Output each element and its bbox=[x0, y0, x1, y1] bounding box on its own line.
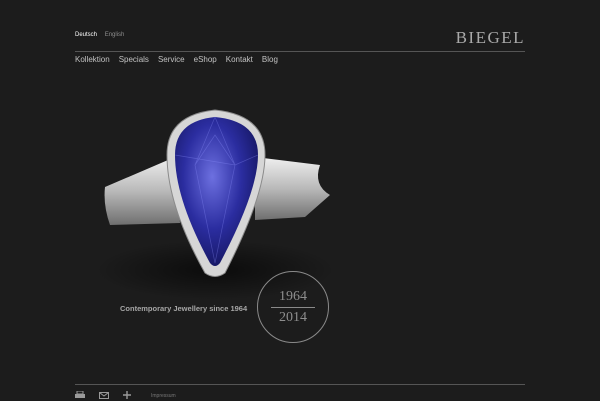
nav-kollektion[interactable]: Kollektion bbox=[75, 55, 110, 64]
language-switcher: Deutsch English bbox=[75, 32, 130, 38]
mail-icon[interactable] bbox=[99, 391, 109, 401]
nav-service[interactable]: Service bbox=[158, 55, 185, 64]
nav-kontakt[interactable]: Kontakt bbox=[226, 55, 253, 64]
tagline: Contemporary Jewellery since 1964 bbox=[120, 304, 248, 313]
nav-specials[interactable]: Specials bbox=[119, 55, 149, 64]
anniversary-end-year: 2014 bbox=[279, 309, 307, 325]
brand-logo[interactable]: BIEGEL bbox=[456, 28, 525, 48]
nav-eshop[interactable]: eShop bbox=[194, 55, 217, 64]
lang-english[interactable]: English bbox=[105, 32, 125, 38]
header-divider bbox=[75, 51, 525, 52]
impressum-link[interactable]: Impressum bbox=[151, 393, 176, 399]
ring-image bbox=[95, 109, 335, 300]
anniversary-badge: 1964 2014 bbox=[257, 271, 329, 343]
nav-blog[interactable]: Blog bbox=[262, 55, 278, 64]
footer-divider bbox=[75, 384, 525, 385]
lang-deutsch[interactable]: Deutsch bbox=[75, 32, 97, 38]
anniversary-divider bbox=[271, 306, 315, 308]
main-nav: Kollektion Specials Service eShop Kontak… bbox=[75, 55, 278, 64]
anniversary-start-year: 1964 bbox=[279, 288, 307, 304]
